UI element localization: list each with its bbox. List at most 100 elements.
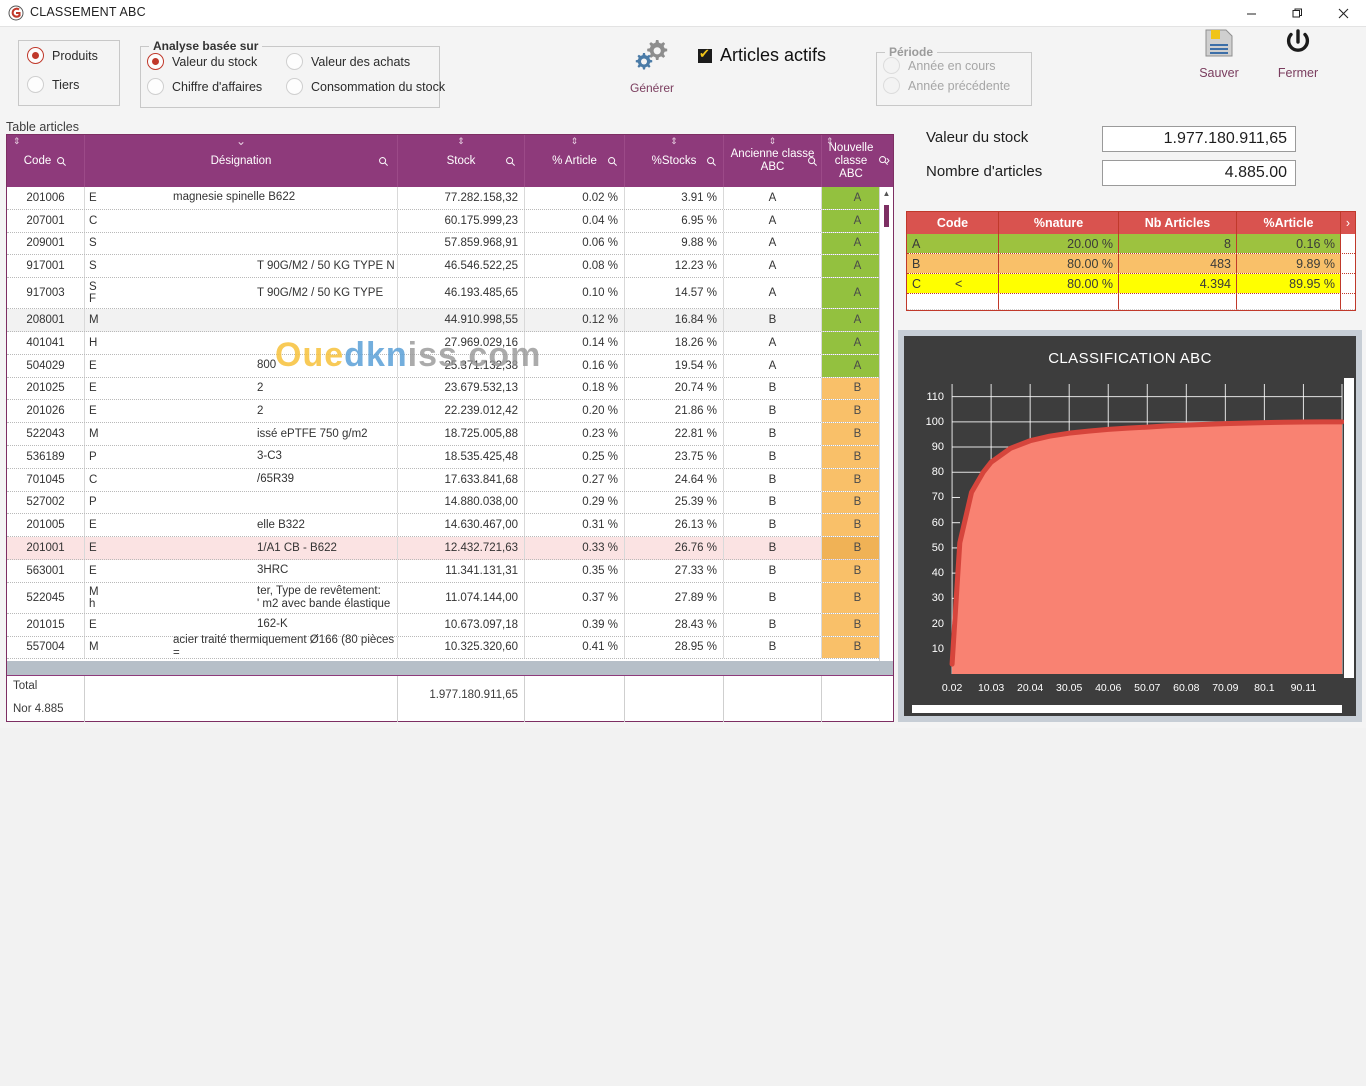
chart-y-tick: 100	[925, 415, 944, 428]
cell-pct-stocks: 28.43 %	[625, 613, 724, 636]
column-header-pct-article[interactable]: ⇕ % Article	[525, 135, 625, 187]
cell-old-class: B	[724, 468, 822, 491]
table-row[interactable]: 917003 S F T 90G/M2 / 50 KG TYPE 46.193.485,…	[7, 278, 893, 310]
cell-old-class: B	[724, 636, 822, 659]
scroll-up-icon[interactable]: ▲	[880, 187, 893, 201]
save-button[interactable]: Sauver	[1183, 26, 1255, 80]
abc-next-column-chevron-icon[interactable]: ›	[1341, 212, 1355, 234]
column-header-code[interactable]: ⇕ Code	[7, 135, 85, 187]
table-row[interactable]: 208001 M 44.910.998,55 0.12 % 16.84 % B A	[7, 309, 893, 332]
cell-stock: 12.432.721,63	[398, 537, 525, 559]
table-row[interactable]: 201026 E 2 22.239.012,42 0.20 % 21.86 % B B	[7, 400, 893, 424]
close-button[interactable]	[1320, 0, 1366, 27]
chart-vertical-scrollbar[interactable]	[1344, 378, 1354, 678]
radio-chiffre-d-affaires[interactable]: Chiffre d'affaires	[147, 78, 262, 95]
cell-pct-article: 0.33 %	[525, 537, 625, 559]
chart-horizontal-scrollbar[interactable]	[912, 705, 1342, 713]
abc-row-a[interactable]: A 20.00 % 8 0.16 %	[907, 234, 1355, 254]
cell-stock: 25.371.132,38	[398, 354, 525, 377]
column-header-ancienne-classe-abc[interactable]: ⇕ Ancienne classe ABC	[724, 135, 822, 187]
cell-code: 201006	[7, 187, 85, 209]
radio-annee-en-cours[interactable]: Année en cours	[883, 57, 996, 74]
cell-designation-prefix: H	[89, 336, 98, 349]
table-row[interactable]: 522043 Missé ePTFE 750 g/m2 18.725.005,88 0…	[7, 423, 893, 446]
column-header-pct-stocks[interactable]: ⇕ %Stocks	[625, 135, 724, 187]
generate-button[interactable]: Générer	[620, 36, 684, 95]
radio-valeur-du-stock[interactable]: Valeur du stock	[147, 53, 257, 70]
table-row[interactable]: 201025 E 2 23.679.532,13 0.18 % 20.74 % B B	[7, 377, 893, 401]
gears-icon	[635, 40, 668, 70]
table-row[interactable]: 201005 Eelle B322 14.630.467,00 0.31 % 26.13…	[7, 514, 893, 538]
table-row[interactable]: 527002 P 14.880.038,00 0.29 % 25.39 % B B	[7, 491, 893, 515]
next-column-chevron-icon[interactable]: ›	[886, 153, 890, 167]
column-header-designation[interactable]: ⌄ Désignation	[85, 135, 398, 187]
table-row[interactable]: 557004 Macier traité thermiquement Ø166 (…	[7, 634, 893, 660]
cell-old-class: B	[724, 377, 822, 400]
stock-value-field[interactable]: 1.977.180.911,65	[1102, 126, 1296, 152]
sort-indicator-icon: ⇕	[670, 136, 678, 146]
table-row[interactable]: 917001 S T 90G/M2 / 50 KG TYPE N 46.546.522…	[7, 255, 893, 279]
radio-valeur-des-achats-label: Valeur des achats	[311, 54, 411, 69]
classification-chart[interactable]: CLASSIFICATION ABC 10 20 30 40 50 60 70 80 90 100…	[904, 336, 1356, 716]
table-row[interactable]: 201006 Emagnesie spinelle B622 77.282.158,…	[7, 187, 893, 210]
cell-stock: 44.910.998,55	[398, 309, 525, 331]
cell-designation-text: ter, Type de revêtement: ' m2 avec bande …	[257, 584, 391, 610]
articles-actifs-checkbox[interactable]: Articles actifs	[698, 45, 826, 66]
radio-tiers[interactable]: Tiers	[27, 76, 79, 93]
grid-horizontal-scrollbar[interactable]	[7, 661, 893, 675]
radio-produits[interactable]: Produits	[27, 47, 98, 64]
abc-header-nb-articles[interactable]: Nb Articles	[1119, 212, 1237, 234]
cell-old-class: B	[724, 537, 822, 559]
cell-old-class: B	[724, 400, 822, 423]
footer-count-label: Nor 4.885	[13, 703, 64, 715]
search-icon[interactable]	[607, 156, 618, 167]
cell-pct-article: 0.27 %	[525, 468, 625, 491]
close-form-button[interactable]: Fermer	[1262, 26, 1334, 80]
cell-designation-text: 800	[257, 359, 277, 372]
title-bar: CLASSEMENT ABC	[0, 0, 1366, 27]
abc-header-pct-article[interactable]: %Article	[1237, 212, 1341, 234]
close-icon	[1338, 8, 1348, 19]
radio-consommation-du-stock[interactable]: Consommation du stock	[286, 78, 445, 95]
abc-row-b[interactable]: B 80.00 % 483 9.89 %	[907, 254, 1355, 274]
abc-header-row: Code %nature Nb Articles %Article ›	[907, 212, 1355, 234]
radio-valeur-des-achats[interactable]: Valeur des achats	[286, 53, 410, 70]
cell-code: 557004	[7, 636, 85, 659]
article-count-field[interactable]: 4.885.00	[1102, 160, 1296, 186]
abc-row-c[interactable]: C < 80.00 % 4.394 89.95 %	[907, 274, 1355, 294]
scroll-thumb[interactable]	[884, 205, 889, 227]
abc-header-code[interactable]: Code	[907, 212, 999, 234]
search-icon[interactable]	[505, 156, 516, 167]
abc-header-nature[interactable]: %nature	[999, 212, 1119, 234]
search-icon[interactable]	[56, 156, 67, 167]
cell-designation: E2	[85, 377, 398, 400]
maximize-button[interactable]	[1274, 0, 1320, 27]
chart-plot-area	[949, 384, 1345, 674]
table-row[interactable]: 563001 E 3HRC 11.341.131,31 0.35 % 27.33 % B B	[7, 559, 893, 583]
cell-designation-text: acier traité thermiquement Ø166 (80 pièc…	[173, 634, 395, 660]
classement-abc-window: CLASSEMENT ABC Produits Tiers Analyse ba…	[0, 0, 1366, 728]
table-row[interactable]: 701045 C/65R39 17.633.841,68 0.27 % 24.64 % B…	[7, 468, 893, 492]
column-header-nouvelle-classe-abc[interactable]: ⇕ Nouvelle classe ABC	[822, 135, 880, 187]
cell-designation: P 3-C3	[85, 445, 398, 468]
minimize-button[interactable]	[1228, 0, 1274, 27]
chart-x-tick: 80.1	[1254, 682, 1275, 694]
search-icon[interactable]	[378, 156, 389, 167]
table-row[interactable]: 201001 E 1/A1 CB - B622 12.432.721,63 0.33 %…	[7, 537, 893, 560]
table-row[interactable]: 504029 E 800 25.371.132,38 0.16 % 19.54 % A A	[7, 354, 893, 378]
column-header-stock[interactable]: ⇕ Stock	[398, 135, 525, 187]
radio-annee-precedente[interactable]: Année précédente	[883, 77, 1010, 94]
cell-designation-prefix: E	[89, 405, 97, 418]
grid-vertical-scrollbar[interactable]: ▲ ▼	[879, 187, 893, 687]
abc-empty-cell	[907, 294, 999, 310]
search-icon[interactable]	[807, 156, 818, 167]
grid-body[interactable]: 201006 Emagnesie spinelle B622 77.282.158,…	[7, 187, 893, 687]
footer-labels: Total Nor 4.885	[7, 676, 85, 722]
table-row[interactable]: 536189 P 3-C3 18.535.425,48 0.25 % 23.75 % B B	[7, 445, 893, 469]
table-row[interactable]: 401041 H 27.969.029,16 0.14 % 18.26 % A A	[7, 331, 893, 355]
search-icon[interactable]	[706, 156, 717, 167]
table-row[interactable]: 201015 E 162-K 10.673.097,18 0.39 % 28.43 % B B	[7, 613, 893, 637]
table-row[interactable]: 207001 C 60.175.999,23 0.04 % 6.95 % A A	[7, 209, 893, 233]
table-row[interactable]: 522045 Mh ter, Type de revêtement: ' m2 ave…	[7, 582, 893, 614]
table-row[interactable]: 209001 S 57.859.968,91 0.06 % 9.88 % A A	[7, 232, 893, 256]
